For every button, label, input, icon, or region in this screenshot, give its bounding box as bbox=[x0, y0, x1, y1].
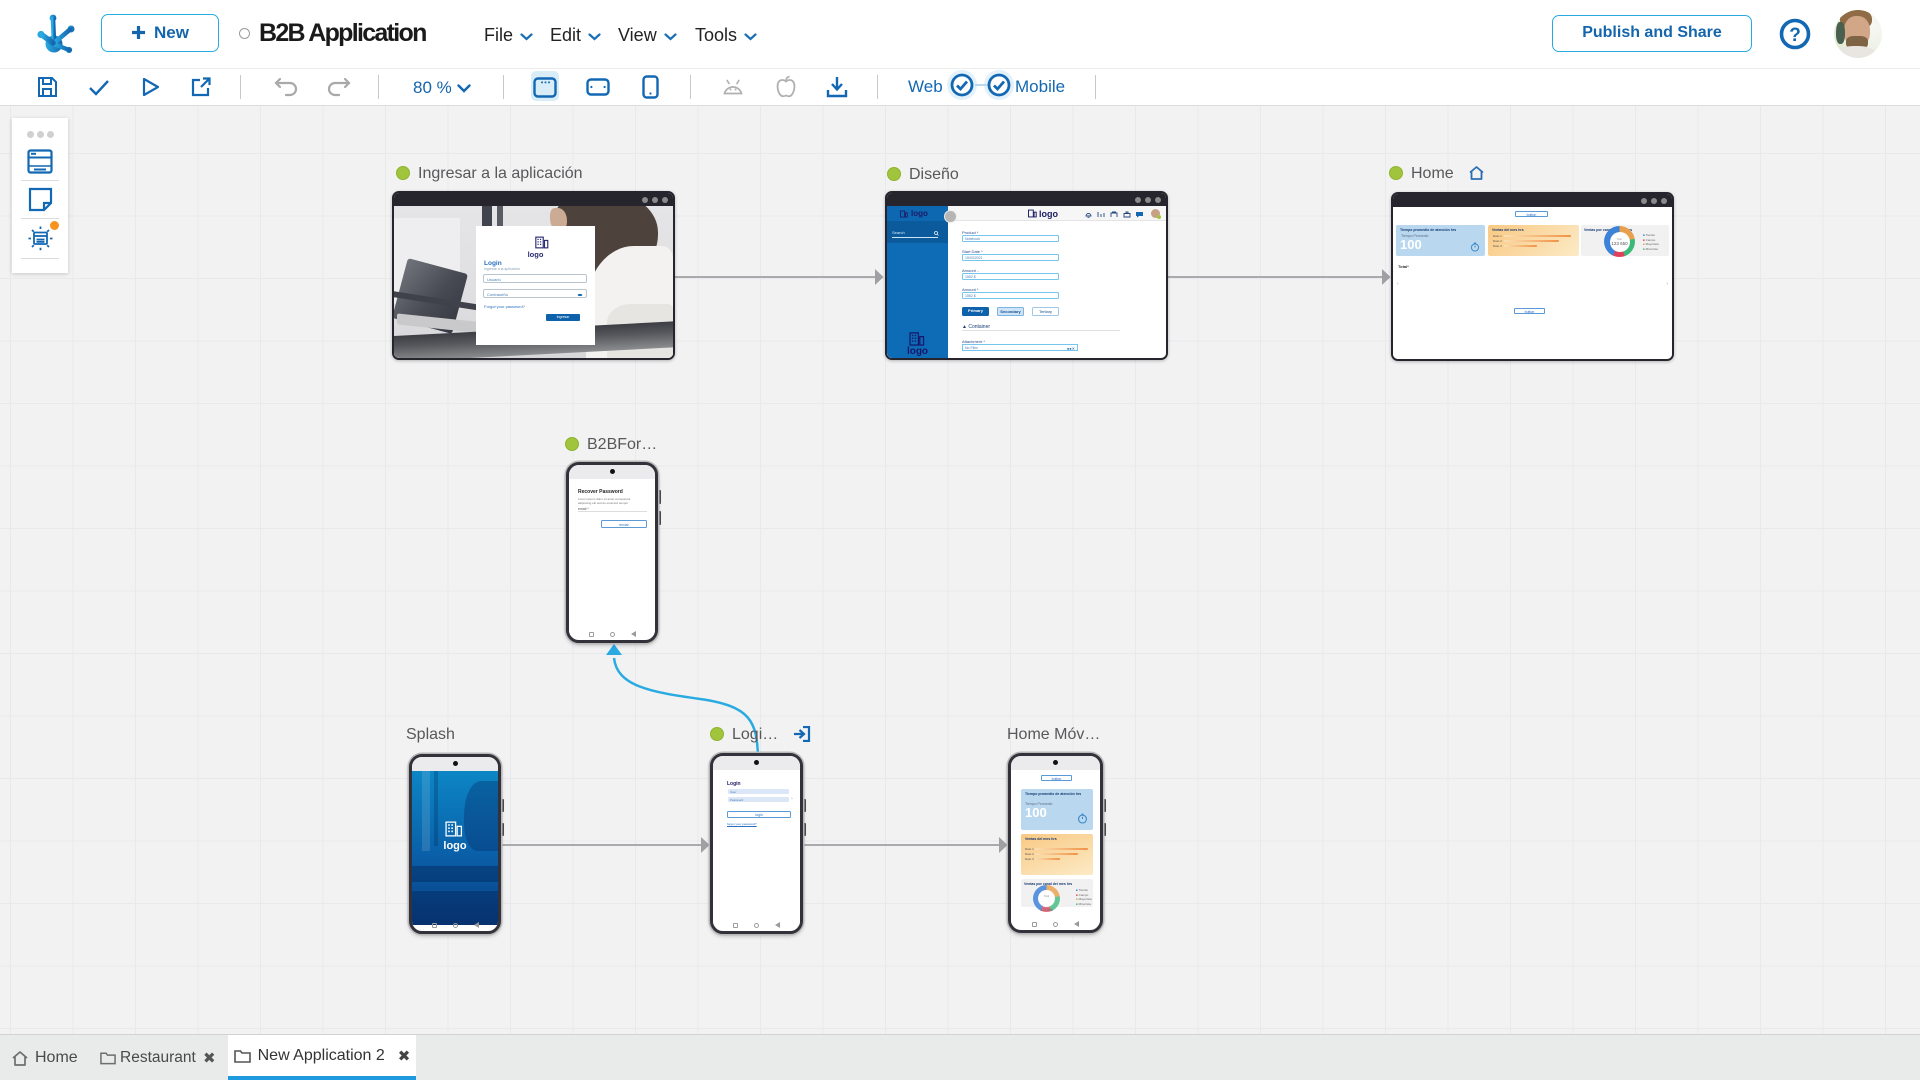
svg-text:?: ? bbox=[1789, 25, 1801, 46]
